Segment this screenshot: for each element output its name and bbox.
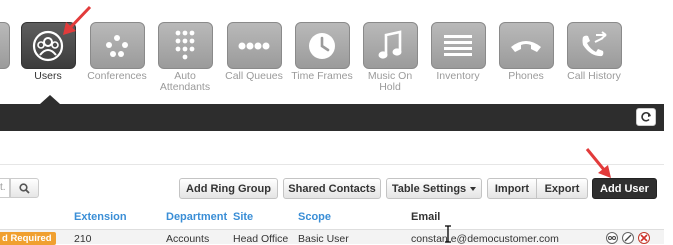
- status-badge: d Required: [0, 232, 56, 245]
- search-input[interactable]: t.: [0, 178, 10, 198]
- cell-extension: 210: [74, 233, 92, 245]
- queue-dots-icon: [238, 42, 270, 49]
- text-cursor-icon: [445, 225, 451, 243]
- separator-line: [0, 164, 664, 165]
- nav-label-call-queues: Call Queues: [225, 70, 283, 82]
- phone-handset-icon: [511, 40, 541, 52]
- nav-label-call-history: Call History: [567, 70, 621, 82]
- cell-site: Head Office: [233, 233, 289, 245]
- column-header-site[interactable]: Site: [233, 211, 253, 223]
- nav-label-conferences: Conferences: [87, 70, 147, 82]
- nav-label-music-on-hold: Music On Hold: [367, 70, 413, 93]
- search-icon: [19, 182, 30, 194]
- list-lines-icon: [444, 34, 472, 56]
- shared-contacts-button[interactable]: Shared Contacts: [283, 178, 381, 199]
- search-button[interactable]: [10, 178, 39, 198]
- nav-item-music-on-hold[interactable]: Music On Hold: [358, 22, 422, 93]
- column-header-email: Email: [411, 211, 441, 223]
- top-nav: Users Conferences Auto Attendants Call Q…: [0, 0, 673, 104]
- import-button[interactable]: Import: [487, 178, 537, 199]
- edit-icon[interactable]: [622, 232, 634, 244]
- export-button[interactable]: Export: [536, 178, 588, 199]
- table-settings-label: Table Settings: [391, 182, 467, 195]
- nav-item-conferences[interactable]: Conferences: [85, 22, 149, 82]
- nav-item-call-history[interactable]: Call History: [562, 22, 626, 82]
- nav-item-auto-attendants[interactable]: Auto Attendants: [153, 22, 217, 93]
- nav-label-time-frames: Time Frames: [291, 70, 353, 82]
- column-header-scope[interactable]: Scope: [298, 211, 331, 223]
- column-header-department[interactable]: Department: [166, 211, 227, 223]
- nav-item-phones[interactable]: Phones: [494, 22, 558, 82]
- pointer-arrow-icon: [585, 148, 611, 178]
- nav-label-users: Users: [34, 70, 62, 82]
- music-note-icon: [378, 29, 402, 59]
- nav-item-time-frames[interactable]: Time Frames: [290, 22, 354, 82]
- cell-scope: Basic User: [298, 233, 349, 245]
- call-history-icon: [582, 30, 607, 56]
- delete-icon[interactable]: [638, 232, 650, 244]
- active-tab-notch: [40, 95, 60, 104]
- nav-item-inventory[interactable]: Inventory: [426, 22, 490, 82]
- nav-tile-partial[interactable]: [0, 22, 10, 69]
- section-header-bar: [0, 95, 664, 131]
- keypad-icon: [175, 30, 195, 59]
- clock-icon: [309, 32, 335, 59]
- table-settings-dropdown[interactable]: Table Settings: [386, 178, 482, 199]
- cell-department: Accounts: [166, 233, 210, 245]
- pointer-arrow-icon: [63, 5, 92, 35]
- nav-label-phones: Phones: [508, 70, 544, 82]
- nav-label-inventory: Inventory: [436, 70, 480, 82]
- nav-label-auto-attendants: Auto Attendants: [159, 70, 211, 93]
- refresh-button[interactable]: [636, 108, 656, 126]
- voicemail-icon[interactable]: [606, 232, 618, 244]
- conferences-icon: [106, 34, 128, 57]
- column-header-extension[interactable]: Extension: [74, 211, 127, 223]
- caret-down-icon: [470, 186, 477, 191]
- add-ring-group-button[interactable]: Add Ring Group: [179, 178, 278, 199]
- nav-item-call-queues[interactable]: Call Queues: [222, 22, 286, 82]
- refresh-icon: [641, 112, 651, 122]
- add-user-button[interactable]: Add User: [592, 178, 657, 199]
- cell-email: constan e@democustomer.com: [411, 233, 559, 245]
